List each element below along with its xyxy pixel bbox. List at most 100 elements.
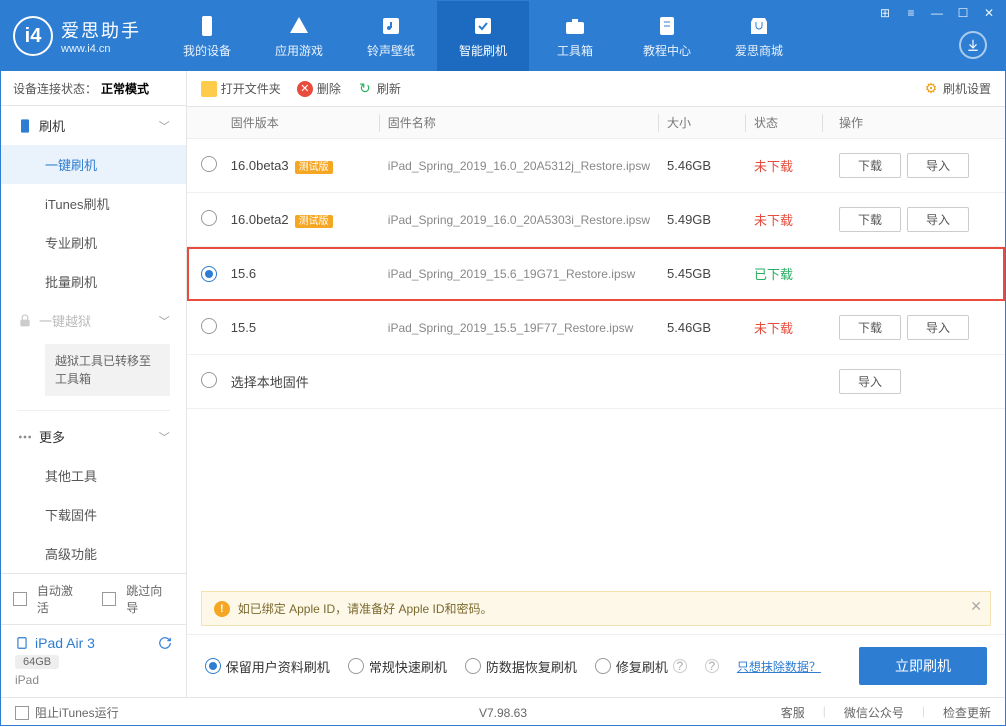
flash-now-button[interactable]: 立即刷机 [859,647,987,685]
option-repair-flash[interactable]: 修复刷机 ? [595,657,687,676]
option-fast-flash[interactable]: 常规快速刷机 [348,657,447,676]
import-button[interactable]: 导入 [839,369,901,394]
chevron-down-icon: ﹀ [159,118,170,134]
sidebar-item[interactable]: 下载固件 [1,495,186,534]
help-icon[interactable]: ? [705,659,719,673]
wechat-link[interactable]: 微信公众号 [844,704,904,721]
import-button[interactable]: 导入 [907,315,969,340]
nav-tab-label: 工具箱 [557,42,593,59]
nav-tab-label: 我的设备 [183,42,231,59]
device-name: iPad Air 3 [35,635,95,651]
firmware-version: 15.6 [231,266,371,281]
sidebar-group-jailbreak-label: 一键越狱 [39,311,91,330]
firmware-row[interactable]: 16.0beta3测试版 iPad_Spring_2019_16.0_20A53… [187,139,1005,193]
import-button[interactable]: 导入 [907,153,969,178]
sidebar-group-flash-label: 刷机 [39,116,65,135]
nav-tab-label: 智能刷机 [459,42,507,59]
row-radio[interactable] [201,210,217,226]
version-label: V7.98.63 [479,706,527,720]
phone-icon [195,14,219,38]
download-button[interactable]: 下载 [839,207,901,232]
check-update-link[interactable]: 检查更新 [943,704,991,721]
row-radio[interactable] [201,372,217,388]
flash-settings-button[interactable]: ⚙ 刷机设置 [923,80,991,97]
device-type: iPad [15,673,172,687]
status-bar: 阻止iTunes运行 V7.98.63 客服 | 微信公众号 | 检查更新 [1,697,1005,727]
download-button[interactable]: 下载 [839,315,901,340]
notice-text: 如已绑定 Apple ID，请准备好 Apple ID和密码。 [238,600,493,617]
block-itunes-checkbox[interactable] [15,706,29,720]
auto-activate-checkbox[interactable] [13,592,27,606]
firmware-version: 16.0beta2测试版 [231,212,371,227]
sidebar-item[interactable]: 一键刷机 [1,145,186,184]
local-firmware-label: 选择本地固件 [231,372,371,391]
col-size: 大小 [667,114,737,131]
store-icon [747,14,771,38]
flash-icon [471,14,495,38]
skip-guide-label: 跳过向导 [126,582,174,616]
minimize-button[interactable]: — [927,5,947,21]
nav-tabs: 我的设备 应用游戏铃声壁纸智能刷机 工具箱 教程中心爱思商城 [161,1,805,71]
download-manager-button[interactable] [959,31,987,59]
nav-tab-docs[interactable]: 教程中心 [621,1,713,71]
device-storage: 64GB [15,655,59,669]
nav-tab-store[interactable]: 爱思商城 [713,1,805,71]
firmware-row[interactable]: 15.6 iPad_Spring_2019_15.6_19G71_Restore… [187,247,1005,301]
firmware-row[interactable]: 15.5 iPad_Spring_2019_15.5_19F77_Restore… [187,301,1005,355]
sidebar-group-flash[interactable]: 刷机 ﹀ [1,106,186,145]
more-icon [17,429,33,445]
row-radio[interactable] [201,266,217,282]
auto-activate-label: 自动激活 [37,582,85,616]
skip-guide-checkbox[interactable] [102,592,116,606]
radio-icon [348,658,364,674]
logo[interactable]: i4 爱思助手 www.i4.cn [13,16,141,56]
nav-tab-media[interactable]: 铃声壁纸 [345,1,437,71]
sidebar-item[interactable]: 专业刷机 [1,223,186,262]
col-name: 固件名称 [388,114,650,131]
refresh-button[interactable]: ↻ 刷新 [357,80,401,97]
option-keep-data[interactable]: 保留用户资料刷机 [205,657,330,676]
firmware-size: 5.45GB [667,266,737,281]
download-button[interactable]: 下载 [839,153,901,178]
menu-grid-icon[interactable]: ⊞ [875,5,895,21]
import-button[interactable]: 导入 [907,207,969,232]
sidebar-group-more[interactable]: 更多 ﹀ [1,417,186,456]
help-icon[interactable]: ? [673,659,687,673]
docs-icon [655,14,679,38]
device-refresh-button[interactable] [158,636,172,650]
col-status: 状态 [754,114,814,131]
app-subtitle: www.i4.cn [61,43,141,55]
warning-icon: ! [214,601,230,617]
firmware-filename: iPad_Spring_2019_16.0_20A5303i_Restore.i… [388,213,650,227]
firmware-filename: iPad_Spring_2019_15.5_19F77_Restore.ipsw [388,321,650,335]
close-button[interactable]: ✕ [979,5,999,21]
apple-id-notice: ! 如已绑定 Apple ID，请准备好 Apple ID和密码。 ✕ [201,591,991,626]
row-radio[interactable] [201,318,217,334]
col-version: 固件版本 [231,114,371,131]
sidebar-item[interactable]: 高级功能 [1,534,186,573]
notice-close-button[interactable]: ✕ [970,598,982,615]
nav-tab-label: 爱思商城 [735,42,783,59]
nav-tab-apps[interactable]: 应用游戏 [253,1,345,71]
firmware-row[interactable]: 16.0beta2测试版 iPad_Spring_2019_16.0_20A53… [187,193,1005,247]
support-link[interactable]: 客服 [781,704,805,721]
erase-only-link[interactable]: 只想抹除数据？ [737,658,821,675]
nav-tab-flash[interactable]: 智能刷机 [437,1,529,71]
option-anti-recovery[interactable]: 防数据恢复刷机 [465,657,577,676]
nav-tab-phone[interactable]: 我的设备 [161,1,253,71]
local-firmware-row[interactable]: 选择本地固件 导入 [187,355,1005,409]
open-folder-button[interactable]: 打开文件夹 [201,80,281,97]
nav-tab-toolbox[interactable]: 工具箱 [529,1,621,71]
maximize-button[interactable]: ☐ [953,5,973,21]
apps-icon [287,14,311,38]
logo-badge-icon: i4 [13,16,53,56]
row-radio[interactable] [201,156,217,172]
firmware-ops: 下载导入 [831,153,991,178]
sidebar-item[interactable]: iTunes刷机 [1,184,186,223]
sidebar-item[interactable]: 其他工具 [1,456,186,495]
sidebar-item[interactable]: 批量刷机 [1,262,186,301]
device-card[interactable]: iPad Air 3 64GB iPad [1,624,186,697]
firmware-ops: 下载导入 [831,207,991,232]
list-icon[interactable]: ≡ [901,5,921,21]
delete-button[interactable]: ✕ 删除 [297,80,341,97]
